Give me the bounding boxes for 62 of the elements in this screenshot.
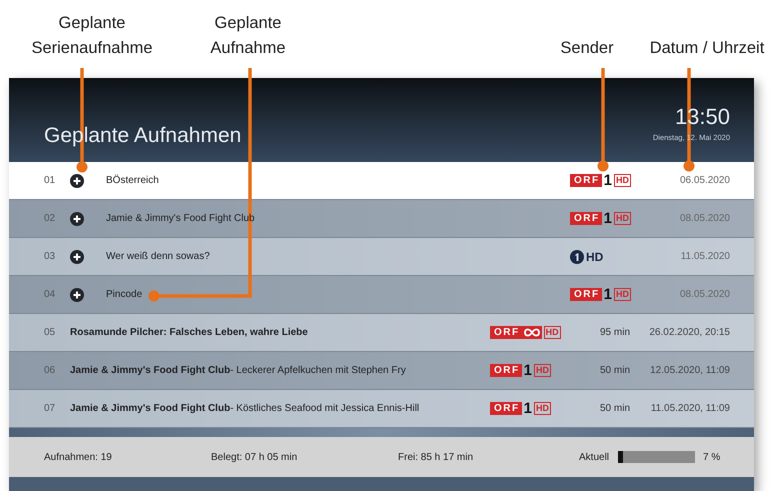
row-number: 05 [44, 327, 56, 338]
plus-icon [70, 250, 84, 264]
callout-label: Datum / Uhrzeit [650, 38, 764, 59]
recording-title: BÖsterreich [106, 175, 160, 186]
recording-row[interactable]: 01 BÖsterreich ORF 1 HD 06.05.2020 [9, 162, 754, 200]
recording-row[interactable]: 03 Wer weiß denn sowas? HD 11.05.2020 [9, 238, 754, 276]
usage-label: Aktuell [579, 452, 610, 462]
date-text: 26.02.2020, 20:15 [648, 327, 730, 338]
row-number: 02 [44, 213, 56, 224]
hd-badge: HD [534, 364, 551, 377]
recording-title: Jamie & Jimmy's Food Fight Club- Köstliches Seafood mit Jessica Ennis-Hill [70, 403, 420, 414]
date-text: 11.05.2020 [680, 251, 730, 262]
infinity-icon [522, 326, 542, 339]
hd-label: HD [586, 250, 604, 264]
hd-badge: HD [614, 174, 631, 187]
recording-row[interactable]: 06 Jamie & Jimmy's Food Fight Club- Leckerer Apfelkuchen mit Stephen Fry ORF 1 HD 50 min 12.05.2020, 11:09 [9, 352, 754, 390]
row-number: 03 [44, 251, 56, 262]
channel-logo: ORF [490, 364, 522, 377]
duration: 50 min [598, 365, 630, 376]
date-text: 08.05.2020 [678, 289, 730, 300]
row-number: 07 [44, 403, 56, 414]
recording-title: Pincode [106, 289, 144, 300]
recording-title: Rosamunde Pilcher: Falsches Leben, wahre Liebe [70, 327, 309, 338]
hd-badge: HD [614, 212, 631, 225]
recording-row[interactable]: 05 Rosamunde Pilcher: Falsches Leben, wahre Liebe ORF HD 95 min 26.02.2020, 20:15 [9, 314, 754, 352]
date-text: 08.05.2020 [678, 213, 730, 224]
channel-logo: ORF [570, 212, 602, 225]
free-time: Frei: 85 h 17 min [398, 452, 474, 462]
recording-row[interactable]: 04 Pincode ORF 1 HD 08.05.2020 [9, 276, 754, 314]
channel-logo-icon [570, 250, 584, 264]
channel-number: 1 [524, 402, 532, 415]
used-time: Belegt: 07 h 05 min [211, 452, 298, 462]
date-text: 12.05.2020, 11:09 [649, 365, 730, 376]
recording-title: Wer weiß denn sowas? [106, 251, 211, 262]
date-text: 06.05.2020 [678, 175, 730, 186]
row-number: 04 [44, 289, 56, 300]
channel-logo: ORF [490, 326, 522, 339]
duration: 95 min [598, 327, 630, 338]
callout-label: Geplante Serienaufnahme [30, 13, 154, 59]
recordings-count: Aufnahmen: 19 [44, 452, 113, 462]
row-number: 01 [44, 175, 56, 186]
channel-number: 1 [604, 212, 612, 225]
channel-logo: ORF [570, 288, 602, 301]
channel-number: 1 [604, 174, 612, 187]
channel-logo: ORF [570, 174, 602, 187]
channel-logo: ORF [490, 402, 522, 415]
recording-row[interactable]: 07 Jamie & Jimmy's Food Fight Club- Köstliches Seafood mit Jessica Ennis-Hill ORF 1 HD 50 min 11.05.2020, 11:09 [9, 390, 754, 428]
channel-number: 1 [524, 364, 532, 377]
recording-title: Jamie & Jimmy's Food Fight Club- Leckerer Apfelkuchen mit Stephen Fry [70, 365, 407, 376]
hd-badge: HD [614, 288, 631, 301]
plus-icon [70, 212, 84, 226]
hd-badge: HD [544, 326, 561, 339]
duration: 50 min [598, 403, 630, 414]
usage-percent: 7 % [703, 452, 720, 462]
date-text: 11.05.2020, 11:09 [650, 403, 730, 414]
row-number: 06 [44, 365, 56, 376]
callout-label: Geplante Aufnahme [209, 13, 287, 59]
plus-icon [70, 174, 84, 188]
plus-icon [70, 288, 84, 302]
hd-badge: HD [534, 402, 551, 415]
callout-label: Sender [560, 38, 614, 59]
channel-number: 1 [604, 288, 612, 301]
